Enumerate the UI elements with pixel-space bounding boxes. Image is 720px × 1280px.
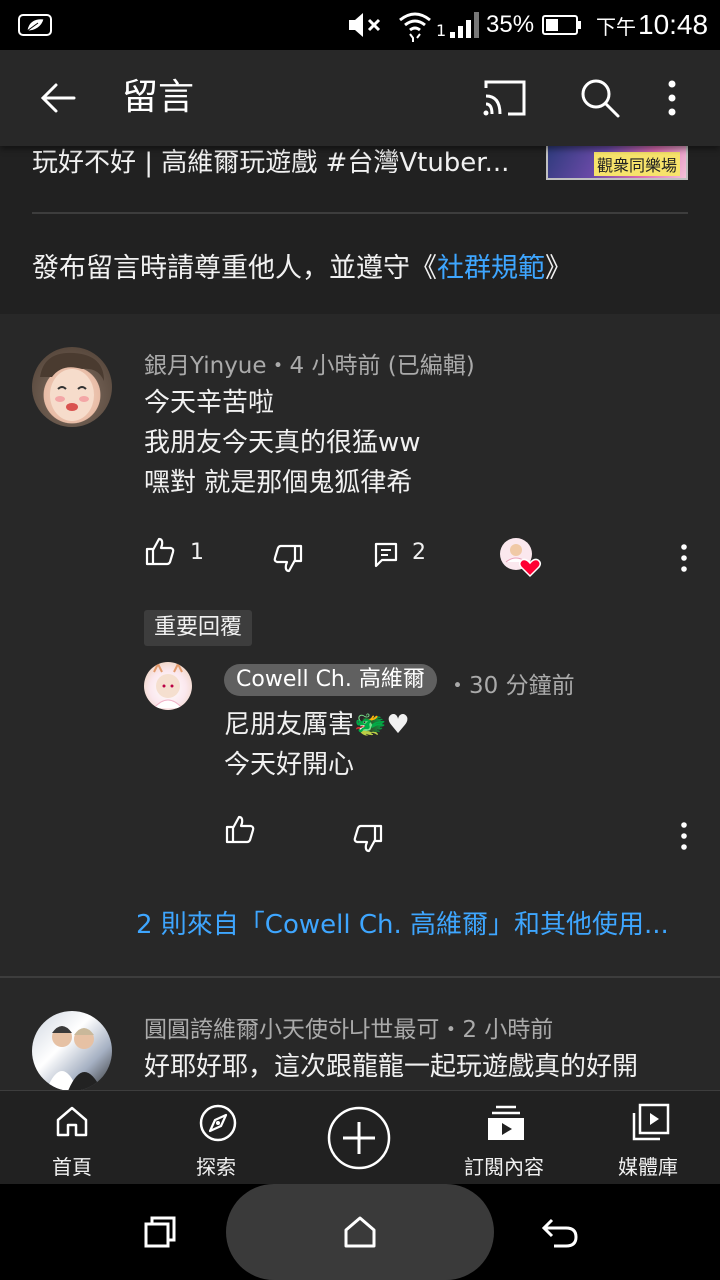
reply-text-line: 今天好開心 [224,750,355,780]
app-bar: 留言 [0,50,720,146]
signal-icon: 1 [436,0,484,50]
home-pill[interactable] [226,1184,494,1280]
wifi-icon [398,0,432,50]
comment-meta[interactable]: 圓圓誇維爾小天使하나世最可・2 小時前 [144,1010,553,1044]
system-navigation-bar [0,1184,720,1280]
status-bar: 1 35% 下午 10:48 [0,0,720,50]
recent-apps-icon[interactable] [138,1210,182,1254]
battery-percent: 35% [486,11,535,38]
avatar[interactable] [144,662,192,710]
video-thumbnail[interactable]: 觀衆同樂場 [546,146,688,180]
avatar[interactable] [32,347,112,427]
like-icon[interactable] [224,814,256,846]
leaf-notification-icon [18,0,52,50]
signal-label: 1 [436,20,447,40]
cast-icon[interactable] [480,76,528,120]
nav-explore-label: 探索 [196,1155,236,1179]
reply-time: ・30 分鐘前 [446,673,575,699]
nav-library-label: 媒體庫 [618,1155,678,1179]
explore-icon [199,1104,237,1142]
divider [0,976,720,978]
comment-text-line: 今天辛苦啦 [144,388,275,418]
creator-heart-badge [498,536,544,578]
back-icon[interactable] [538,1210,582,1254]
community-guidelines-link[interactable]: 社群規範 [437,253,545,284]
channel-owner-chip[interactable]: Cowell Ch. 高維爾 [224,664,437,696]
reply-icon[interactable] [370,538,402,570]
more-vert-icon[interactable] [678,542,690,574]
home-icon [344,1216,376,1248]
avatar[interactable] [32,1011,112,1090]
nav-explore[interactable]: 探索 [156,1091,276,1185]
like-icon[interactable] [144,536,176,568]
mute-icon [346,0,384,50]
search-icon[interactable] [576,74,624,122]
dislike-icon[interactable] [352,822,384,854]
comments-list: 銀月Yinyue・4 小時前 (已編輯) 今天辛苦啦 我朋友今天真的很猛ww 嘿… [0,314,720,1090]
view-more-replies-link[interactable]: 2 則來自「Cowell Ch. 高維爾」和其他使用... [136,904,669,941]
subscriptions-icon [488,1105,524,1140]
comment-meta[interactable]: 銀月Yinyue・4 小時前 (已編輯) [144,346,475,380]
nav-library[interactable]: 媒體庫 [588,1091,708,1185]
nav-subscriptions-label: 訂閱內容 [464,1155,544,1179]
reply-text-line: 尼朋友厲害🐲♥ [224,710,410,740]
reply-count: 2 [412,540,426,565]
nav-subscriptions[interactable]: 訂閱內容 [444,1091,564,1185]
clock-time: 10:48 [638,9,709,40]
bottom-navigation: 首頁 探索 訂閱內容 媒體庫 [0,1090,720,1184]
comment-text-line: 我朋友今天真的很猛ww [144,428,421,458]
dislike-icon[interactable] [272,542,304,574]
more-vert-icon[interactable] [654,74,690,122]
notice-prefix: 發布留言時請尊重他人，並遵守《 [32,253,437,284]
battery-icon [542,0,582,50]
back-arrow-icon[interactable] [34,74,82,122]
home-icon [56,1106,88,1137]
clock-period: 下午 [596,16,636,39]
video-title[interactable]: 玩好不好 | 高維爾玩遊戲 #台灣Vtuber... [32,146,522,179]
community-guidelines-notice: 發布留言時請尊重他人，並遵守《社群規範》 [0,214,720,314]
page-title: 留言 [122,77,195,118]
thumbnail-caption: 觀衆同樂場 [593,152,680,176]
comment-text-line: 嘿對 就是那個鬼狐律希 [144,468,413,498]
comment-text-line: 好耶好耶，這次跟龍龍一起玩遊戲真的好開 [144,1052,639,1082]
video-header[interactable]: 玩好不好 | 高維爾玩遊戲 #台灣Vtuber... 觀衆同樂場 [0,146,720,212]
pinned-reply-badge: 重要回覆 [144,610,253,646]
add-icon[interactable] [326,1105,392,1171]
like-count: 1 [190,540,204,565]
library-icon [632,1103,670,1141]
clock: 下午 10:48 [596,0,708,50]
notice-text: 發布留言時請尊重他人，並遵守《社群規範》 [32,246,572,285]
more-vert-icon[interactable] [678,820,690,852]
heart-icon [518,558,542,578]
notice-suffix: 》 [545,253,572,284]
nav-home-label: 首頁 [52,1155,92,1179]
nav-home[interactable]: 首頁 [12,1091,132,1185]
